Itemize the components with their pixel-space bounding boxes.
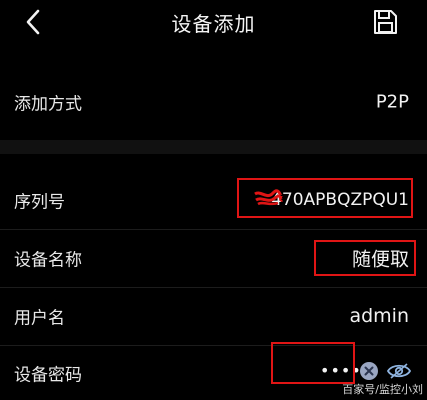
redaction-scribble-icon	[254, 189, 283, 206]
serial-number-label: 序列号	[14, 192, 65, 213]
section-divider	[0, 140, 427, 154]
watermark-text: 百家号/监控小刘	[342, 383, 423, 396]
username-label: 用户名	[14, 308, 65, 329]
toggle-password-visibility-button[interactable]	[386, 361, 412, 381]
device-name-annotation-box	[314, 240, 416, 276]
add-method-row[interactable]: 添加方式 P2P	[0, 74, 427, 130]
eye-icon	[386, 363, 412, 379]
close-icon	[364, 366, 374, 376]
header-bar: 设备添加	[0, 0, 427, 44]
device-name-label: 设备名称	[14, 250, 82, 271]
device-add-screen: 设备添加 添加方式 P2P 序列号 470APBQZPQU1 设备名称 随便取 …	[0, 0, 427, 400]
add-method-label: 添加方式	[14, 94, 82, 115]
password-annotation-box	[271, 342, 355, 384]
page-title: 设备添加	[171, 12, 256, 36]
username-row[interactable]: 用户名 admin	[0, 288, 427, 344]
username-value[interactable]: admin	[349, 305, 409, 327]
floppy-disk-icon	[374, 10, 397, 34]
password-label: 设备密码	[14, 365, 82, 386]
save-button[interactable]	[371, 8, 399, 36]
add-method-value: P2P	[375, 91, 409, 113]
clear-input-button[interactable]	[360, 362, 378, 380]
